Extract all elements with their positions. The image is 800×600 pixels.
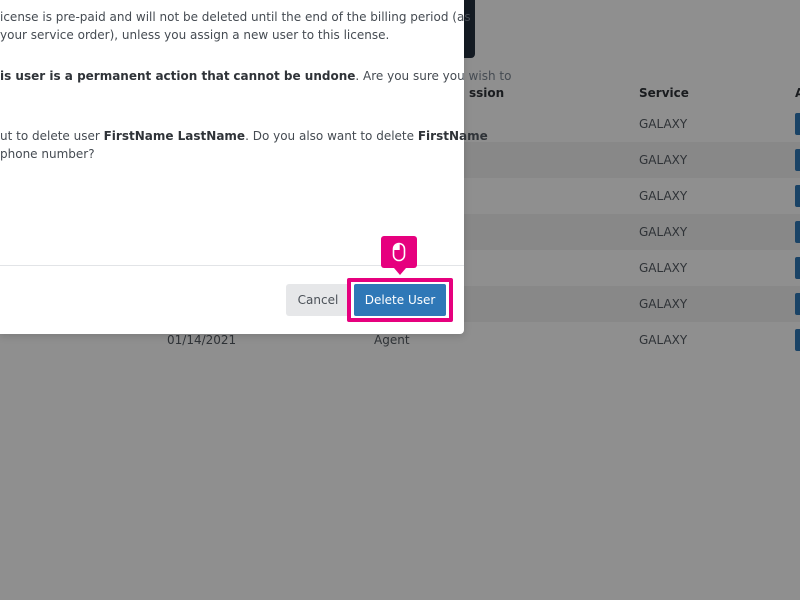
license-note-line-1: icense is pre-paid and will not be delet… <box>0 10 471 24</box>
user-first-name: FirstName <box>417 129 488 143</box>
delete-confirm-line-1: ut to delete user FirstName LastName. Do… <box>0 127 488 145</box>
warning-bold-1: is user is a permanent action that <box>0 69 230 83</box>
user-name: FirstName LastName <box>103 129 246 143</box>
warning-rest: . Are you sure you wish to <box>355 69 512 83</box>
license-note-line-2: your service order), unless you assign a… <box>0 28 390 42</box>
delete-user-button[interactable]: Delete User <box>354 284 446 316</box>
permanent-warning: is user is a permanent action that canno… <box>0 67 511 85</box>
cancel-button[interactable]: Cancel <box>286 284 350 316</box>
confirm-mid: . Do you also want to delete <box>245 129 418 143</box>
delete-confirm-line-2: phone number? <box>0 147 95 161</box>
delete-user-dialog: icense is pre-paid and will not be delet… <box>0 0 511 334</box>
mouse-click-icon <box>392 242 406 262</box>
warning-bold-2: cannot be undone <box>233 69 356 83</box>
click-indicator <box>381 236 417 275</box>
confirm-pre: ut to delete user <box>0 129 104 143</box>
